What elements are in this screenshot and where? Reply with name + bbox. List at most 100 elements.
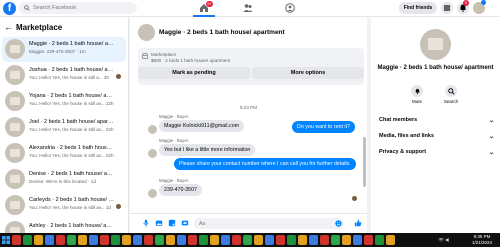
conversation-preview: Maggie: 239-470-3507 · 1m [29, 49, 86, 54]
taskbar-app-icon[interactable] [122, 235, 131, 245]
conversation-preview: You: Hello! Yes, the house is still av..… [29, 127, 114, 132]
chat-members-row[interactable]: Chat members ⌄ [379, 117, 494, 124]
listing-thumbnail [5, 65, 25, 85]
search-icon [24, 5, 30, 11]
taskbar-app-icon[interactable] [67, 235, 76, 245]
conversation-item[interactable]: Denise · 2 beds 1 bath house/ apartment … [2, 167, 126, 192]
search-input[interactable] [19, 2, 137, 14]
taskbar-app-icon[interactable] [210, 235, 219, 245]
conversation-item[interactable]: Alexandria · 2 beds 1 bath house/ apartm… [2, 141, 126, 166]
listing-description: $800 · 2 beds 1 bath house/ apartment [151, 58, 231, 63]
taskbar-clock[interactable]: 9:35 PM 1/21/2024 [466, 234, 498, 246]
listing-thumbnail [5, 221, 25, 233]
speaker-icon [445, 237, 449, 243]
taskbar-app-icon[interactable] [111, 235, 120, 245]
taskbar-app-icon[interactable] [177, 235, 186, 245]
privacy-support-row[interactable]: Privacy & support ⌄ [379, 149, 494, 156]
microphone-icon[interactable] [142, 219, 150, 227]
media-files-links-row[interactable]: Media, files and links ⌄ [379, 133, 494, 140]
facebook-logo[interactable]: f [3, 2, 16, 15]
mute-label: Mute [411, 99, 422, 104]
friends-icon[interactable] [243, 3, 253, 13]
chat-panel: Maggie · 2 beds 1 bath house/ apartment … [130, 17, 367, 233]
conversation-preview: You: Hello! Yes, the house is still av..… [29, 101, 114, 106]
taskbar-app-icon[interactable] [45, 235, 54, 245]
taskbar-app-icon[interactable] [375, 235, 384, 245]
taskbar-app-icon[interactable] [199, 235, 208, 245]
system-tray[interactable] [438, 237, 464, 243]
taskbar-app-icon[interactable] [353, 235, 362, 245]
conversation-preview: Denise: We're is this located · 1d [29, 179, 96, 184]
taskbar-app-icon[interactable] [243, 235, 252, 245]
conversation-preview: You: Hello! Yes, the house is still av..… [29, 153, 114, 158]
taskbar-app-icon[interactable] [56, 235, 65, 245]
taskbar-app-icon[interactable] [386, 235, 395, 245]
taskbar-app-icon[interactable] [89, 235, 98, 245]
taskbar-app-icon[interactable] [100, 235, 109, 245]
chevron-down-icon: ⌄ [488, 150, 494, 156]
conversation-details-panel: Maggie · 2 beds 1 bath house/ apartment … [371, 17, 500, 233]
taskbar-app-icon[interactable] [254, 235, 263, 245]
find-friends-button[interactable]: Find friends [399, 2, 437, 14]
taskbar-app-icon[interactable] [155, 235, 164, 245]
bell-icon [415, 88, 419, 94]
search-conversation-button[interactable]: Search [441, 85, 461, 104]
taskbar-app-icon[interactable] [364, 235, 373, 245]
like-thumb-icon[interactable] [354, 219, 362, 227]
taskbar-app-icon[interactable] [232, 235, 241, 245]
marketplace-inbox-sidebar: ← Marketplace Maggie · 2 beds 1 bath hou… [0, 17, 129, 233]
taskbar-app-icon[interactable] [320, 235, 329, 245]
taskbar-app-icon[interactable] [342, 235, 351, 245]
chat-scrollbar[interactable] [363, 137, 366, 187]
conversation-title: Joshua · 2 beds 1 bath house/ apartment [29, 67, 114, 73]
conversation-item[interactable]: Maggie · 2 beds 1 bath house/ apartment … [2, 37, 126, 62]
seen-avatar [352, 196, 357, 201]
conversation-item[interactable]: Yojana · 2 beds 1 bath house/ apartment … [2, 89, 126, 114]
taskbar-app-icon[interactable] [144, 235, 153, 245]
windows-start-icon[interactable] [2, 236, 10, 244]
taskbar-app-icon[interactable] [331, 235, 340, 245]
details-title: Maggie · 2 beds 1 bath house/ apartment [377, 65, 494, 71]
home-badge: 9+ [206, 1, 213, 7]
taskbar-app-icon[interactable] [78, 235, 87, 245]
message-composer [130, 213, 367, 233]
conversation-item[interactable]: Carleyds · 2 beds 1 bath house/ apartmen… [2, 193, 126, 218]
conversation-item[interactable]: Ashley · 2 beds 1 bath house/ apartment [2, 219, 126, 233]
taskbar-app-icon[interactable] [12, 235, 21, 245]
sticker-icon[interactable] [168, 219, 176, 227]
sidebar-header: ← Marketplace [4, 22, 62, 32]
image-attach-icon[interactable] [155, 219, 163, 227]
gif-icon[interactable] [181, 219, 189, 227]
conversation-item[interactable]: Joshua · 2 beds 1 bath house/ apartment … [2, 63, 126, 88]
incoming-message: Yes but I like a little more information [159, 144, 256, 156]
mark-as-pending-button[interactable]: Mark as pending [138, 67, 250, 79]
back-arrow-icon[interactable]: ← [4, 22, 14, 32]
chevron-down-icon: ⌄ [488, 134, 494, 140]
read-receipt-avatar [116, 204, 121, 209]
taskbar-app-icon[interactable] [133, 235, 142, 245]
groups-icon[interactable] [285, 3, 295, 13]
message-input[interactable] [194, 218, 344, 229]
emoji-icon[interactable] [335, 220, 342, 227]
search-icon [447, 87, 455, 95]
taskbar-app-icon[interactable] [309, 235, 318, 245]
marketplace-icon [142, 53, 148, 59]
taskbar-app-icon[interactable] [221, 235, 230, 245]
taskbar-app-icon[interactable] [265, 235, 274, 245]
message-sender: Maggie · Buyer [159, 114, 189, 119]
more-options-button[interactable]: More options [252, 67, 364, 79]
taskbar-app-icon[interactable] [23, 235, 32, 245]
chat-title[interactable]: Maggie · 2 beds 1 bath house/ apartment [159, 29, 285, 36]
taskbar-app-icon[interactable] [34, 235, 43, 245]
taskbar-app-icon[interactable] [287, 235, 296, 245]
conversation-title: Maggie · 2 beds 1 bath house/ apartment [29, 41, 114, 47]
menu-grid-icon[interactable] [441, 2, 453, 14]
taskbar-app-icon[interactable] [166, 235, 175, 245]
conversation-item[interactable]: Joel · 2 beds 1 bath house/ apartment Yo… [2, 115, 126, 140]
taskbar-app-icon[interactable] [276, 235, 285, 245]
taskbar-app-icon[interactable] [298, 235, 307, 245]
details-listing-thumbnail[interactable] [420, 29, 451, 60]
chat-listing-thumbnail[interactable] [138, 24, 155, 41]
taskbar-app-icon[interactable] [188, 235, 197, 245]
mute-button[interactable]: Mute [407, 85, 427, 104]
